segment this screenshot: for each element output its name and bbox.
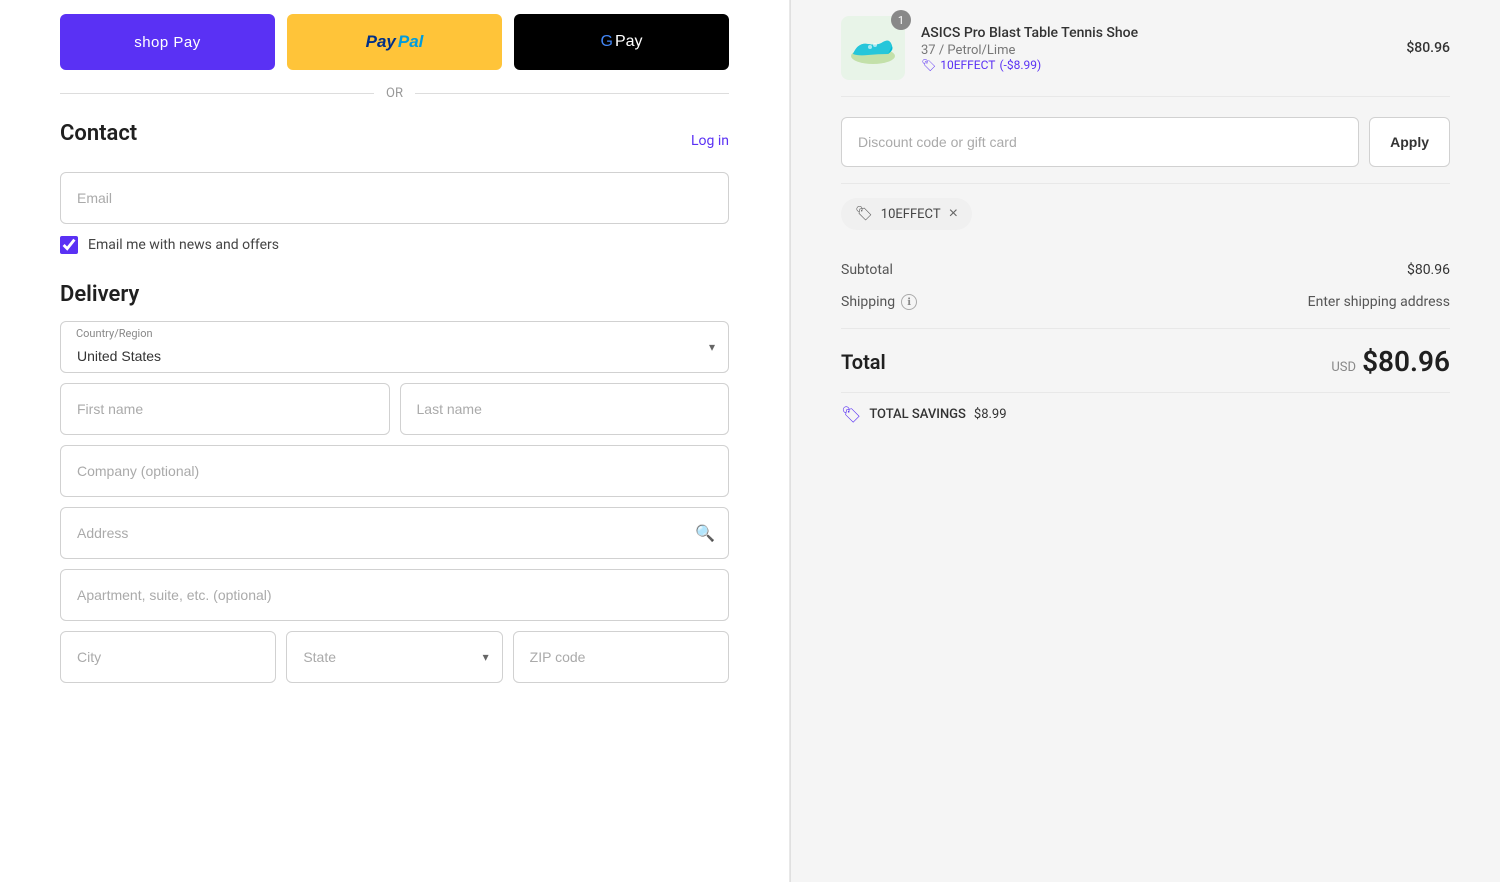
address-input[interactable]	[60, 507, 729, 559]
product-info: ASICS Pro Blast Table Tennis Shoe 37 / P…	[921, 25, 1390, 72]
total-label: Total	[841, 350, 886, 374]
city-input[interactable]	[60, 631, 276, 683]
right-panel: 1 ASICS Pro Blast Table Tennis Shoe 37 /…	[790, 0, 1500, 882]
or-label: OR	[386, 86, 403, 101]
product-quantity-badge: 1	[891, 10, 911, 30]
shop-text: shop Pay	[134, 34, 201, 51]
company-input[interactable]	[60, 445, 729, 497]
total-amount: $80.96	[1362, 345, 1450, 378]
country-select-wrapper: Country/Region United States Canada Unit…	[60, 321, 729, 373]
subtotal-value: $80.96	[1407, 262, 1450, 278]
savings-amount: $8.99	[974, 407, 1007, 422]
country-select[interactable]: United States Canada United Kingdom	[60, 321, 729, 373]
left-panel: shop Pay Pay Pal G Pay OR C	[0, 0, 790, 882]
contact-title: Contact	[60, 121, 137, 146]
coupon-remove-button[interactable]: ×	[949, 206, 958, 222]
total-section: Total USD $80.96	[841, 329, 1450, 393]
shipping-info-icon[interactable]: ℹ	[901, 294, 917, 310]
shipping-value: Enter shipping address	[1308, 294, 1450, 310]
product-row: 1 ASICS Pro Blast Table Tennis Shoe 37 /…	[841, 0, 1450, 97]
product-name: ASICS Pro Blast Table Tennis Shoe	[921, 25, 1390, 41]
log-in-link[interactable]: Log in	[691, 133, 729, 149]
product-price-col: $80.96	[1406, 40, 1450, 56]
shipping-label-group: Shipping ℹ	[841, 294, 917, 310]
discount-code-input[interactable]	[841, 117, 1359, 167]
discount-amount-text: (-$8.99)	[999, 58, 1041, 72]
coupon-code-label: 10EFFECT	[881, 207, 941, 222]
variant-text: 37 / Petrol/Lime	[921, 43, 1015, 58]
total-amount-group: USD $80.96	[1331, 345, 1450, 378]
payment-buttons: shop Pay Pay Pal G Pay	[60, 0, 729, 70]
coupon-tag: 🏷 10EFFECT ×	[841, 198, 972, 230]
contact-header: Contact Log in	[60, 121, 729, 160]
email-newsletter-label: Email me with news and offers	[88, 237, 279, 253]
gpay-pay-text: Pay	[615, 33, 643, 51]
checkbox-row: Email me with news and offers	[60, 236, 729, 254]
contact-section: Contact Log in Email me with news and of…	[60, 121, 729, 254]
email-newsletter-checkbox[interactable]	[60, 236, 78, 254]
gpay-g: G	[600, 33, 612, 51]
address-field-group: 🔍	[60, 507, 729, 559]
last-name-input[interactable]	[400, 383, 730, 435]
shoe-svg	[848, 28, 898, 68]
city-field-group	[60, 631, 276, 683]
coupon-tag-wrapper: 🏷 10EFFECT ×	[841, 184, 1450, 244]
company-field-group	[60, 445, 729, 497]
product-image-wrapper: 1	[841, 16, 905, 80]
delivery-title: Delivery	[60, 282, 729, 307]
paypal-light: Pal	[398, 32, 424, 52]
subtotal-row: Subtotal $80.96	[841, 254, 1450, 286]
zip-input[interactable]	[513, 631, 729, 683]
email-field-group	[60, 172, 729, 224]
product-price: $80.96	[1406, 40, 1450, 56]
shipping-label: Shipping	[841, 294, 895, 310]
subtotal-label: Subtotal	[841, 262, 893, 278]
discount-section: Apply	[841, 97, 1450, 184]
name-row	[60, 383, 729, 435]
paypal-button[interactable]: Pay Pal	[287, 14, 502, 70]
total-row: Total USD $80.96	[841, 345, 1450, 378]
country-field-group: Country/Region United States Canada Unit…	[60, 321, 729, 373]
shipping-row: Shipping ℹ Enter shipping address	[841, 286, 1450, 318]
or-divider: OR	[60, 86, 729, 101]
last-name-field-group	[400, 383, 730, 435]
shop-pay-button[interactable]: shop Pay	[60, 14, 275, 70]
savings-label: TOTAL SAVINGS	[869, 407, 966, 422]
email-input[interactable]	[60, 172, 729, 224]
state-select[interactable]: State Alabama Alaska California New York…	[286, 631, 502, 683]
first-name-field-group	[60, 383, 390, 435]
discount-badge: 🏷 10EFFECT (-$8.99)	[921, 58, 1390, 72]
product-variant: 37 / Petrol/Lime	[921, 43, 1390, 58]
apply-button[interactable]: Apply	[1369, 117, 1450, 167]
apartment-input[interactable]	[60, 569, 729, 621]
apartment-field-group	[60, 569, 729, 621]
coupon-tag-icon: 🏷	[855, 206, 873, 222]
gpay-button[interactable]: G Pay	[514, 14, 729, 70]
paypal-blue: Pay	[366, 32, 396, 52]
zip-field-group	[513, 631, 729, 683]
discount-icon: 🏷	[921, 58, 936, 72]
summary-rows: Subtotal $80.96 Shipping ℹ Enter shippin…	[841, 244, 1450, 329]
delivery-section: Delivery Country/Region United States Ca…	[60, 282, 729, 683]
state-field-group: State Alabama Alaska California New York…	[286, 631, 502, 683]
savings-icon: 🏷	[841, 405, 861, 424]
city-state-zip-row: State Alabama Alaska California New York…	[60, 631, 729, 683]
discount-code-text: 10EFFECT	[940, 58, 995, 72]
savings-row: 🏷 TOTAL SAVINGS $8.99	[841, 393, 1450, 424]
first-name-input[interactable]	[60, 383, 390, 435]
total-currency: USD	[1331, 360, 1356, 375]
